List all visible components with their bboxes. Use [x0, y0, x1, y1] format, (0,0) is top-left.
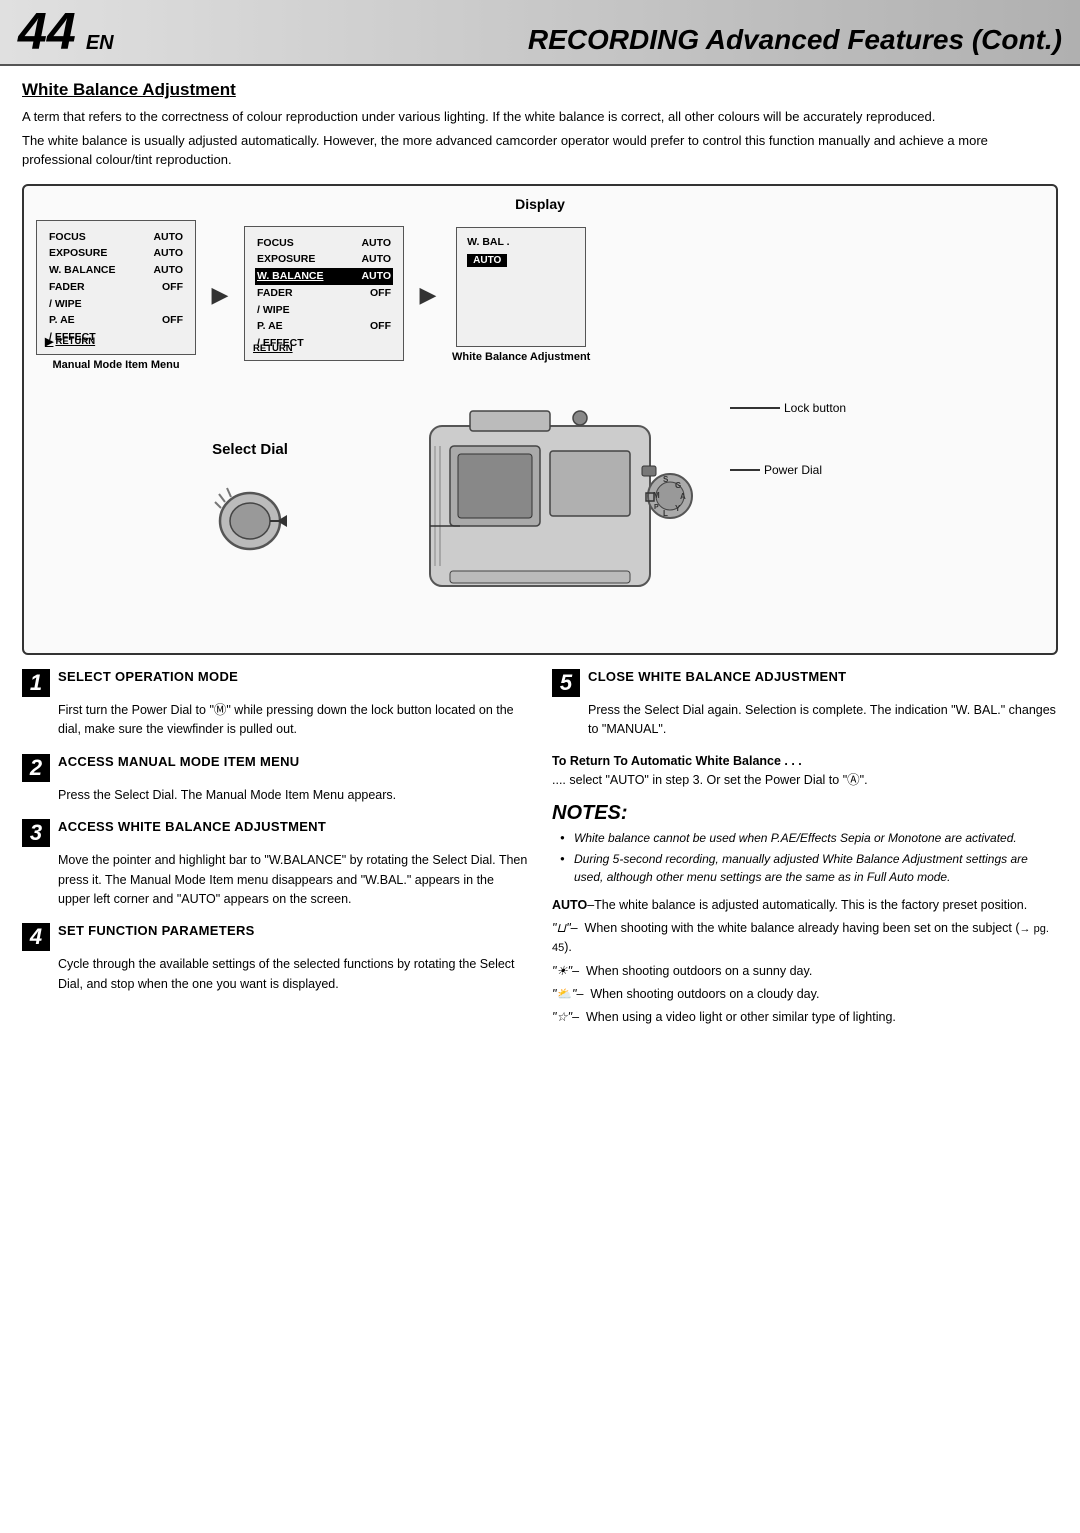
notes-title: NOTES — [552, 802, 1058, 825]
step-4-body: Cycle through the available settings of … — [58, 955, 528, 994]
step-3-title: ACCESS WHITE BALANCE ADJUSTMENT — [58, 819, 326, 836]
arrow-icon-2: ▶ — [414, 282, 442, 308]
camera-body: S G A Y L P M — [360, 391, 720, 631]
wbal-auto-badge: AUTO — [467, 254, 507, 267]
svg-text:G: G — [675, 481, 681, 490]
auto-desc-text: –The white balance is adjusted automatic… — [587, 898, 1027, 912]
return-label-2: RETURN — [253, 343, 293, 354]
auto-bold-label: AUTO — [552, 898, 587, 912]
auto-desc-p: AUTO–The white balance is adjusted autom… — [552, 896, 1058, 915]
notes-list: White balance cannot be used when P.AE/E… — [552, 829, 1058, 886]
camera-svg: S G A Y L P M — [370, 396, 710, 626]
step-5-title: CLOSE WHITE BALANCE ADJUSTMENT — [588, 669, 846, 686]
step-2-number: 2 — [22, 754, 50, 782]
screen3: W. BAL . AUTO — [456, 227, 586, 347]
step-5: 5 CLOSE WHITE BALANCE ADJUSTMENT Press t… — [552, 669, 1058, 740]
steps-right-col: 5 CLOSE WHITE BALANCE ADJUSTMENT Press t… — [552, 669, 1058, 1032]
return-arrow-icon: ▶ — [45, 335, 53, 348]
step-1: 1 SELECT OPERATION MODE First turn the P… — [22, 669, 528, 740]
screen2: FOCUSAUTO EXPOSUREAUTO W. BALANCEAUTO FA… — [244, 226, 404, 362]
step-3-number: 3 — [22, 819, 50, 847]
step-4: 4 SET FUNCTION PARAMETERS Cycle through … — [22, 923, 528, 994]
step-5-number: 5 — [552, 669, 580, 697]
main-content: White Balance Adjustment A term that ref… — [0, 66, 1080, 1046]
page-number: 44 — [18, 6, 76, 58]
page-header: 44 EN RECORDING Advanced Features (Cont.… — [0, 0, 1080, 66]
icon-item-3: "⛅"– When shooting outdoors on a cloudy … — [552, 985, 1058, 1004]
icon-4-icon: "☆" — [552, 1010, 572, 1024]
screen1: FOCUSAUTO EXPOSUREAUTO W. BALANCEAUTO FA… — [36, 220, 196, 356]
camera-illustration-section: Select Dial — [36, 381, 1044, 641]
return-to-auto-body: .... select "AUTO" in step 3. Or set the… — [552, 771, 1058, 790]
steps-left-col: 1 SELECT OPERATION MODE First turn the P… — [22, 669, 528, 1032]
step-4-number: 4 — [22, 923, 50, 951]
icon-2-icon: "☀" — [552, 964, 572, 978]
note-item-1: White balance cannot be used when P.AE/E… — [560, 829, 1058, 847]
power-dial-line: Power Dial — [730, 463, 822, 477]
svg-text:P: P — [654, 504, 659, 511]
step-3: 3 ACCESS WHITE BALANCE ADJUSTMENT Move t… — [22, 819, 528, 909]
display-box-title: Display — [36, 196, 1044, 212]
auto-section: AUTO–The white balance is adjusted autom… — [552, 896, 1058, 1028]
power-dial-area: Lock button Power Dial — [730, 391, 930, 477]
select-dial-svg — [205, 466, 295, 556]
intro-p2: The white balance is usually adjusted au… — [22, 131, 1058, 170]
return-to-auto-title: To Return To Automatic White Balance . .… — [552, 754, 1058, 768]
step-3-body: Move the pointer and highlight bar to "W… — [58, 851, 528, 909]
step-4-title: SET FUNCTION PARAMETERS — [58, 923, 255, 940]
intro-p1: A term that refers to the correctness of… — [22, 107, 1058, 127]
svg-text:L: L — [663, 509, 668, 518]
screen1-caption: Manual Mode Item Menu — [52, 359, 179, 371]
step-2-body: Press the Select Dial. The Manual Mode I… — [58, 786, 528, 805]
icon-1-icon: "⊔" — [552, 921, 571, 935]
lock-button-line: Lock button — [730, 401, 846, 415]
page-title: RECORDING Advanced Features (Cont.) — [528, 24, 1062, 56]
select-dial-label: Select Dial — [212, 441, 288, 458]
arrow-icon-1: ▶ — [206, 282, 234, 308]
select-dial-area: Select Dial — [150, 391, 350, 556]
step-5-body: Press the Select Dial again. Selection i… — [588, 701, 1058, 740]
step-1-body: First turn the Power Dial to "Ⓜ" while p… — [58, 701, 528, 740]
icon-3-icon: "⛅" — [552, 987, 576, 1001]
steps-container: 1 SELECT OPERATION MODE First turn the P… — [22, 669, 1058, 1032]
return-to-auto: To Return To Automatic White Balance . .… — [552, 754, 1058, 790]
svg-text:Y: Y — [675, 504, 681, 513]
icon-item-4: "☆"– When using a video light or other s… — [552, 1008, 1058, 1027]
step-2: 2 ACCESS MANUAL MODE ITEM MENU Press the… — [22, 754, 528, 805]
display-box: Display FOCUSAUTO EXPOSUREAUTO W. BALANC… — [22, 184, 1058, 656]
screen3-caption: White Balance Adjustment — [452, 351, 590, 363]
step-1-number: 1 — [22, 669, 50, 697]
power-dial-label: Power Dial — [764, 463, 822, 477]
wbal-label: W. BAL . — [467, 236, 575, 248]
svg-text:A: A — [680, 492, 686, 501]
icon-item-2: "☀"– When shooting outdoors on a sunny d… — [552, 962, 1058, 981]
page-en-suffix: EN — [86, 32, 114, 55]
screens-row: FOCUSAUTO EXPOSUREAUTO W. BALANCEAUTO FA… — [36, 220, 1044, 372]
section-title: White Balance Adjustment — [22, 80, 1058, 100]
pg-ref-1: → pg. 45 — [552, 923, 1049, 954]
svg-text:S: S — [663, 475, 669, 484]
return-label-1: ▶ RETURN — [45, 335, 95, 348]
icon-item-1: "⊔"– When shooting with the white balanc… — [552, 919, 1058, 958]
step-2-title: ACCESS MANUAL MODE ITEM MENU — [58, 754, 299, 771]
notes-section: NOTES White balance cannot be used when … — [552, 802, 1058, 886]
note-item-2: During 5-second recording, manually adju… — [560, 850, 1058, 886]
lock-button-label: Lock button — [784, 401, 846, 415]
step-1-title: SELECT OPERATION MODE — [58, 669, 238, 686]
